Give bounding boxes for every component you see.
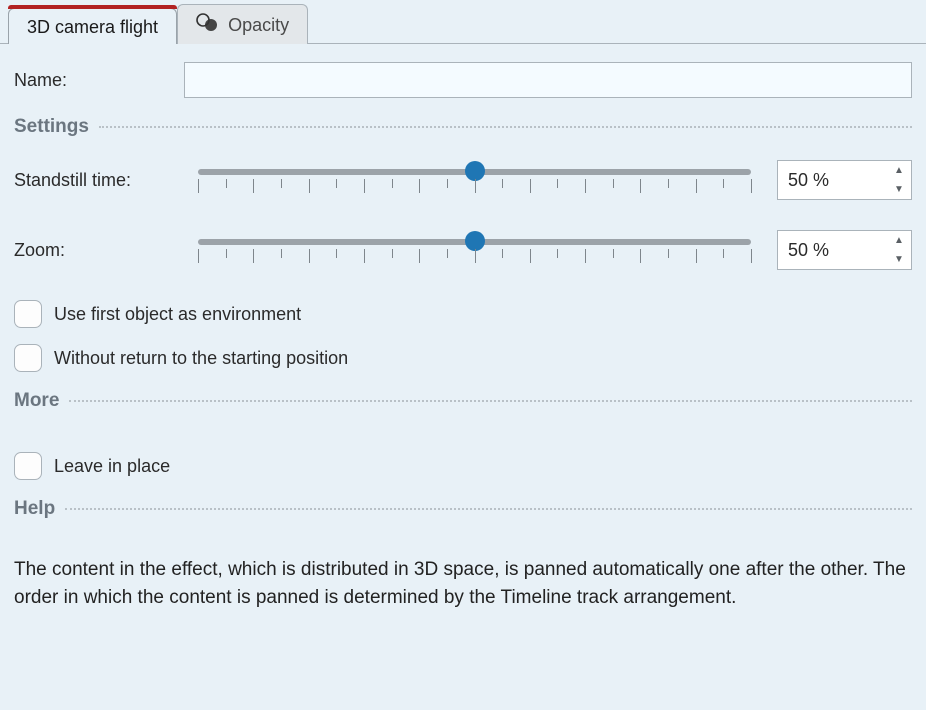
section-divider — [99, 126, 912, 128]
no-return-row: Without return to the starting position — [14, 344, 912, 372]
checkbox-label: Use first object as environment — [54, 304, 301, 325]
section-title: More — [14, 390, 59, 412]
leave-in-place-row: Leave in place — [14, 452, 912, 480]
section-title: Help — [14, 498, 55, 520]
section-divider — [65, 508, 912, 510]
name-label: Name: — [14, 70, 184, 91]
section-divider — [69, 400, 912, 402]
leave-in-place-checkbox[interactable] — [14, 452, 42, 480]
checkbox-label: Leave in place — [54, 456, 170, 477]
zoom-slider[interactable] — [194, 233, 755, 267]
first-object-env-checkbox[interactable] — [14, 300, 42, 328]
spinner-down-icon[interactable]: ▼ — [887, 180, 911, 199]
first-object-env-row: Use first object as environment — [14, 300, 912, 328]
spinner-down-icon[interactable]: ▼ — [887, 250, 911, 269]
tab-label: Opacity — [228, 15, 289, 36]
tab-opacity[interactable]: Opacity — [177, 4, 308, 44]
tab-label: 3D camera flight — [27, 17, 158, 38]
slider-thumb[interactable] — [465, 231, 485, 251]
spinner-up-icon[interactable]: ▲ — [887, 161, 911, 180]
tab-bar: 3D camera flight Opacity — [0, 0, 926, 44]
slider-thumb[interactable] — [465, 161, 485, 181]
standstill-label: Standstill time: — [14, 170, 194, 191]
spinner-up-icon[interactable]: ▲ — [887, 231, 911, 250]
standstill-spinner[interactable]: 50 % ▲ ▼ — [777, 160, 912, 200]
help-text: The content in the effect, which is dist… — [14, 556, 912, 611]
checkbox-label: Without return to the starting position — [54, 348, 348, 369]
tab-3d-camera-flight[interactable]: 3D camera flight — [8, 8, 177, 44]
zoom-label: Zoom: — [14, 240, 194, 261]
section-header-help: Help — [14, 498, 912, 520]
zoom-row: Zoom: 50 % ▲ ▼ — [14, 230, 912, 270]
spinner-value: 50 % — [778, 161, 887, 199]
no-return-checkbox[interactable] — [14, 344, 42, 372]
opacity-icon — [196, 13, 220, 38]
slider-ticks — [198, 179, 751, 195]
spinner-value: 50 % — [778, 231, 887, 269]
section-title: Settings — [14, 116, 89, 138]
name-row: Name: — [14, 62, 912, 98]
section-header-settings: Settings — [14, 116, 912, 138]
spinner-arrows: ▲ ▼ — [887, 231, 911, 269]
slider-ticks — [198, 249, 751, 265]
standstill-row: Standstill time: 50 % ▲ ▼ — [14, 160, 912, 200]
zoom-spinner[interactable]: 50 % ▲ ▼ — [777, 230, 912, 270]
standstill-slider[interactable] — [194, 163, 755, 197]
name-input[interactable] — [184, 62, 912, 98]
section-header-more: More — [14, 390, 912, 412]
panel-3d-camera-flight: Name: Settings Standstill time: 50 % ▲ ▼… — [0, 44, 926, 625]
spinner-arrows: ▲ ▼ — [887, 161, 911, 199]
